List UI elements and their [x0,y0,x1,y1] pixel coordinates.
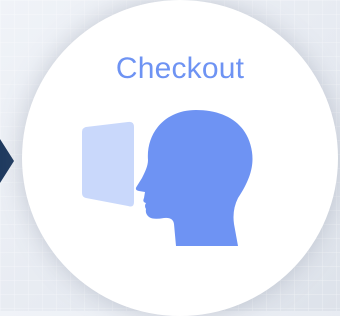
checkout-illustration [82,110,253,246]
checkout-title: Checkout [115,52,245,85]
head-profile-icon [135,110,253,246]
card-icon [82,121,134,207]
arrow-right-icon [0,139,14,183]
